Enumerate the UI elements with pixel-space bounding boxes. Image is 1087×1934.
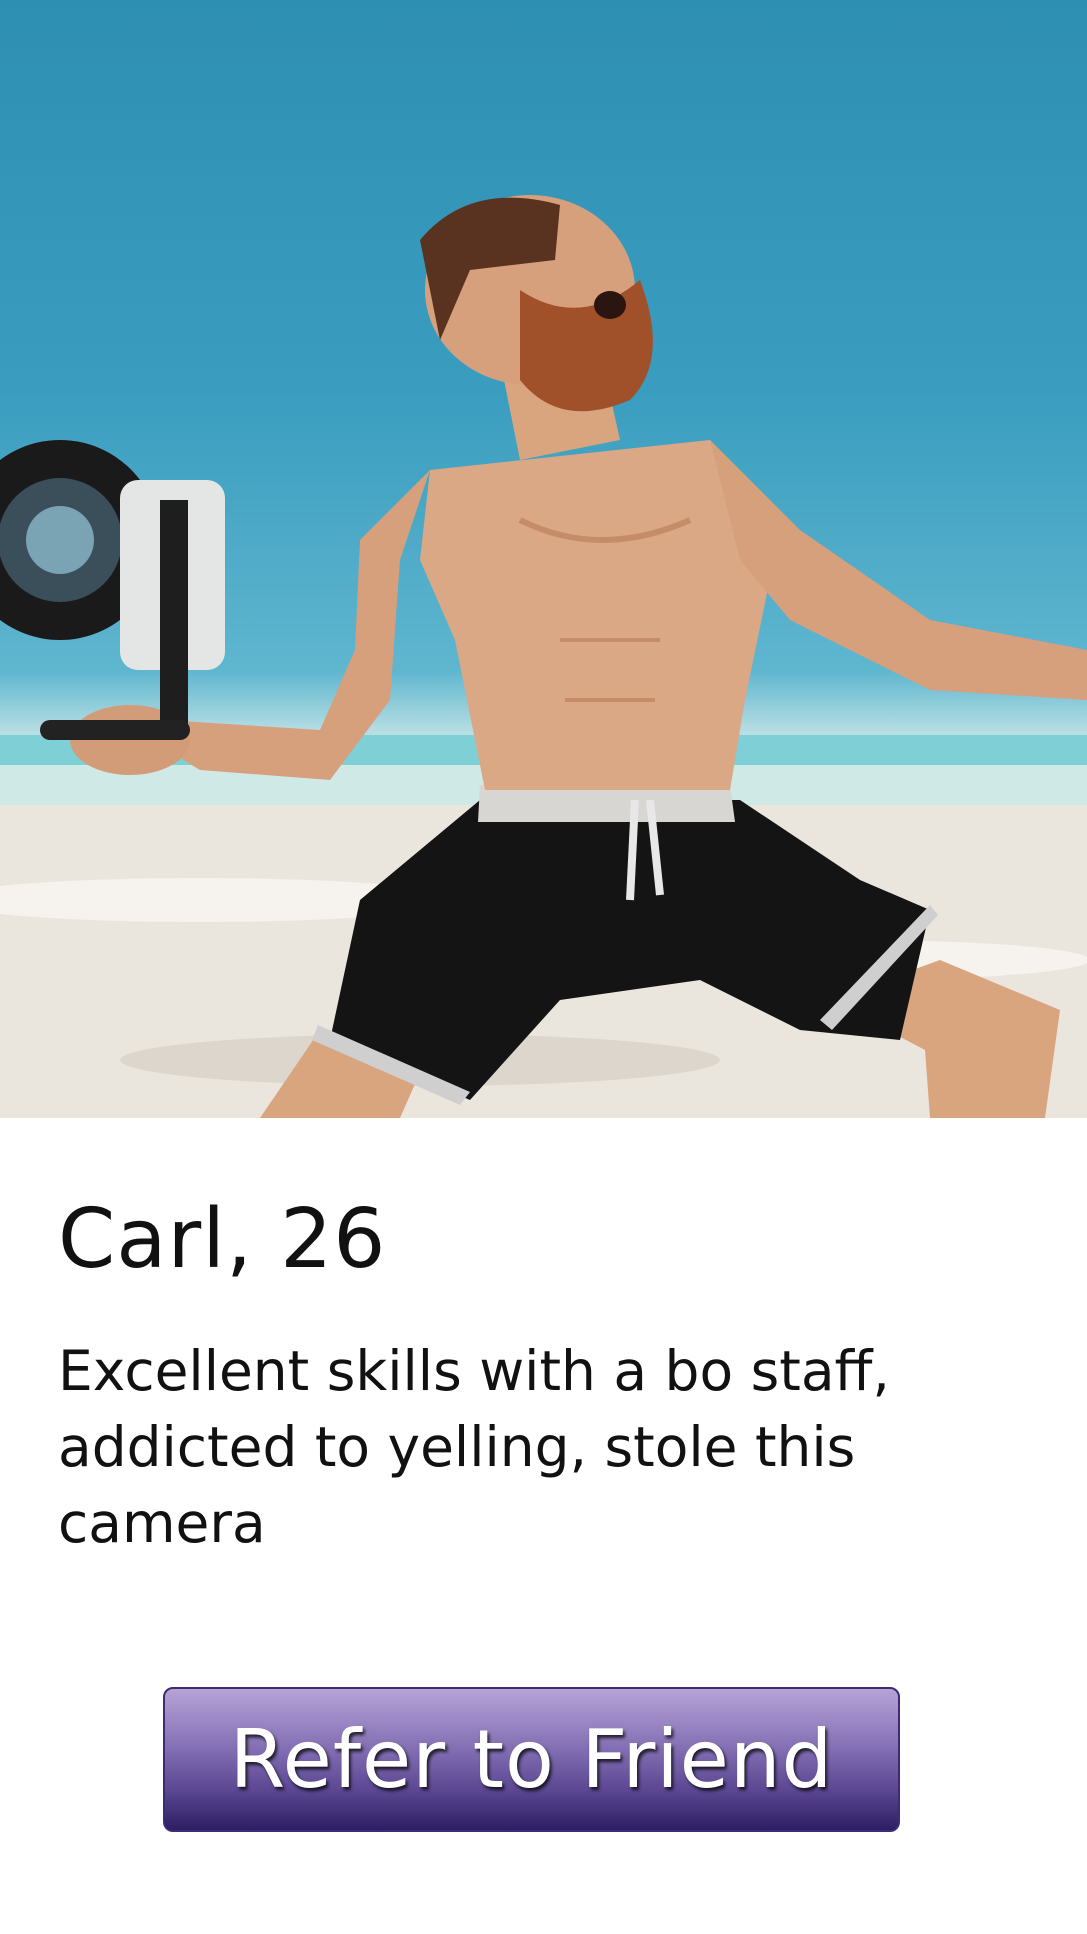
profile-bio: Excellent skills with a bo staff, addict…	[58, 1339, 890, 1555]
profile-name-age: Carl, 26	[58, 1192, 387, 1287]
beach-photo-illustration	[0, 195, 1087, 1118]
refer-to-friend-button[interactable]: Refer to Friend	[163, 1687, 900, 1832]
profile-details: Carl, 26 Excellent skills with a bo staf…	[58, 1185, 1038, 1561]
refer-button-label: Refer to Friend	[229, 1713, 834, 1806]
profile-photo	[0, 0, 1087, 1118]
